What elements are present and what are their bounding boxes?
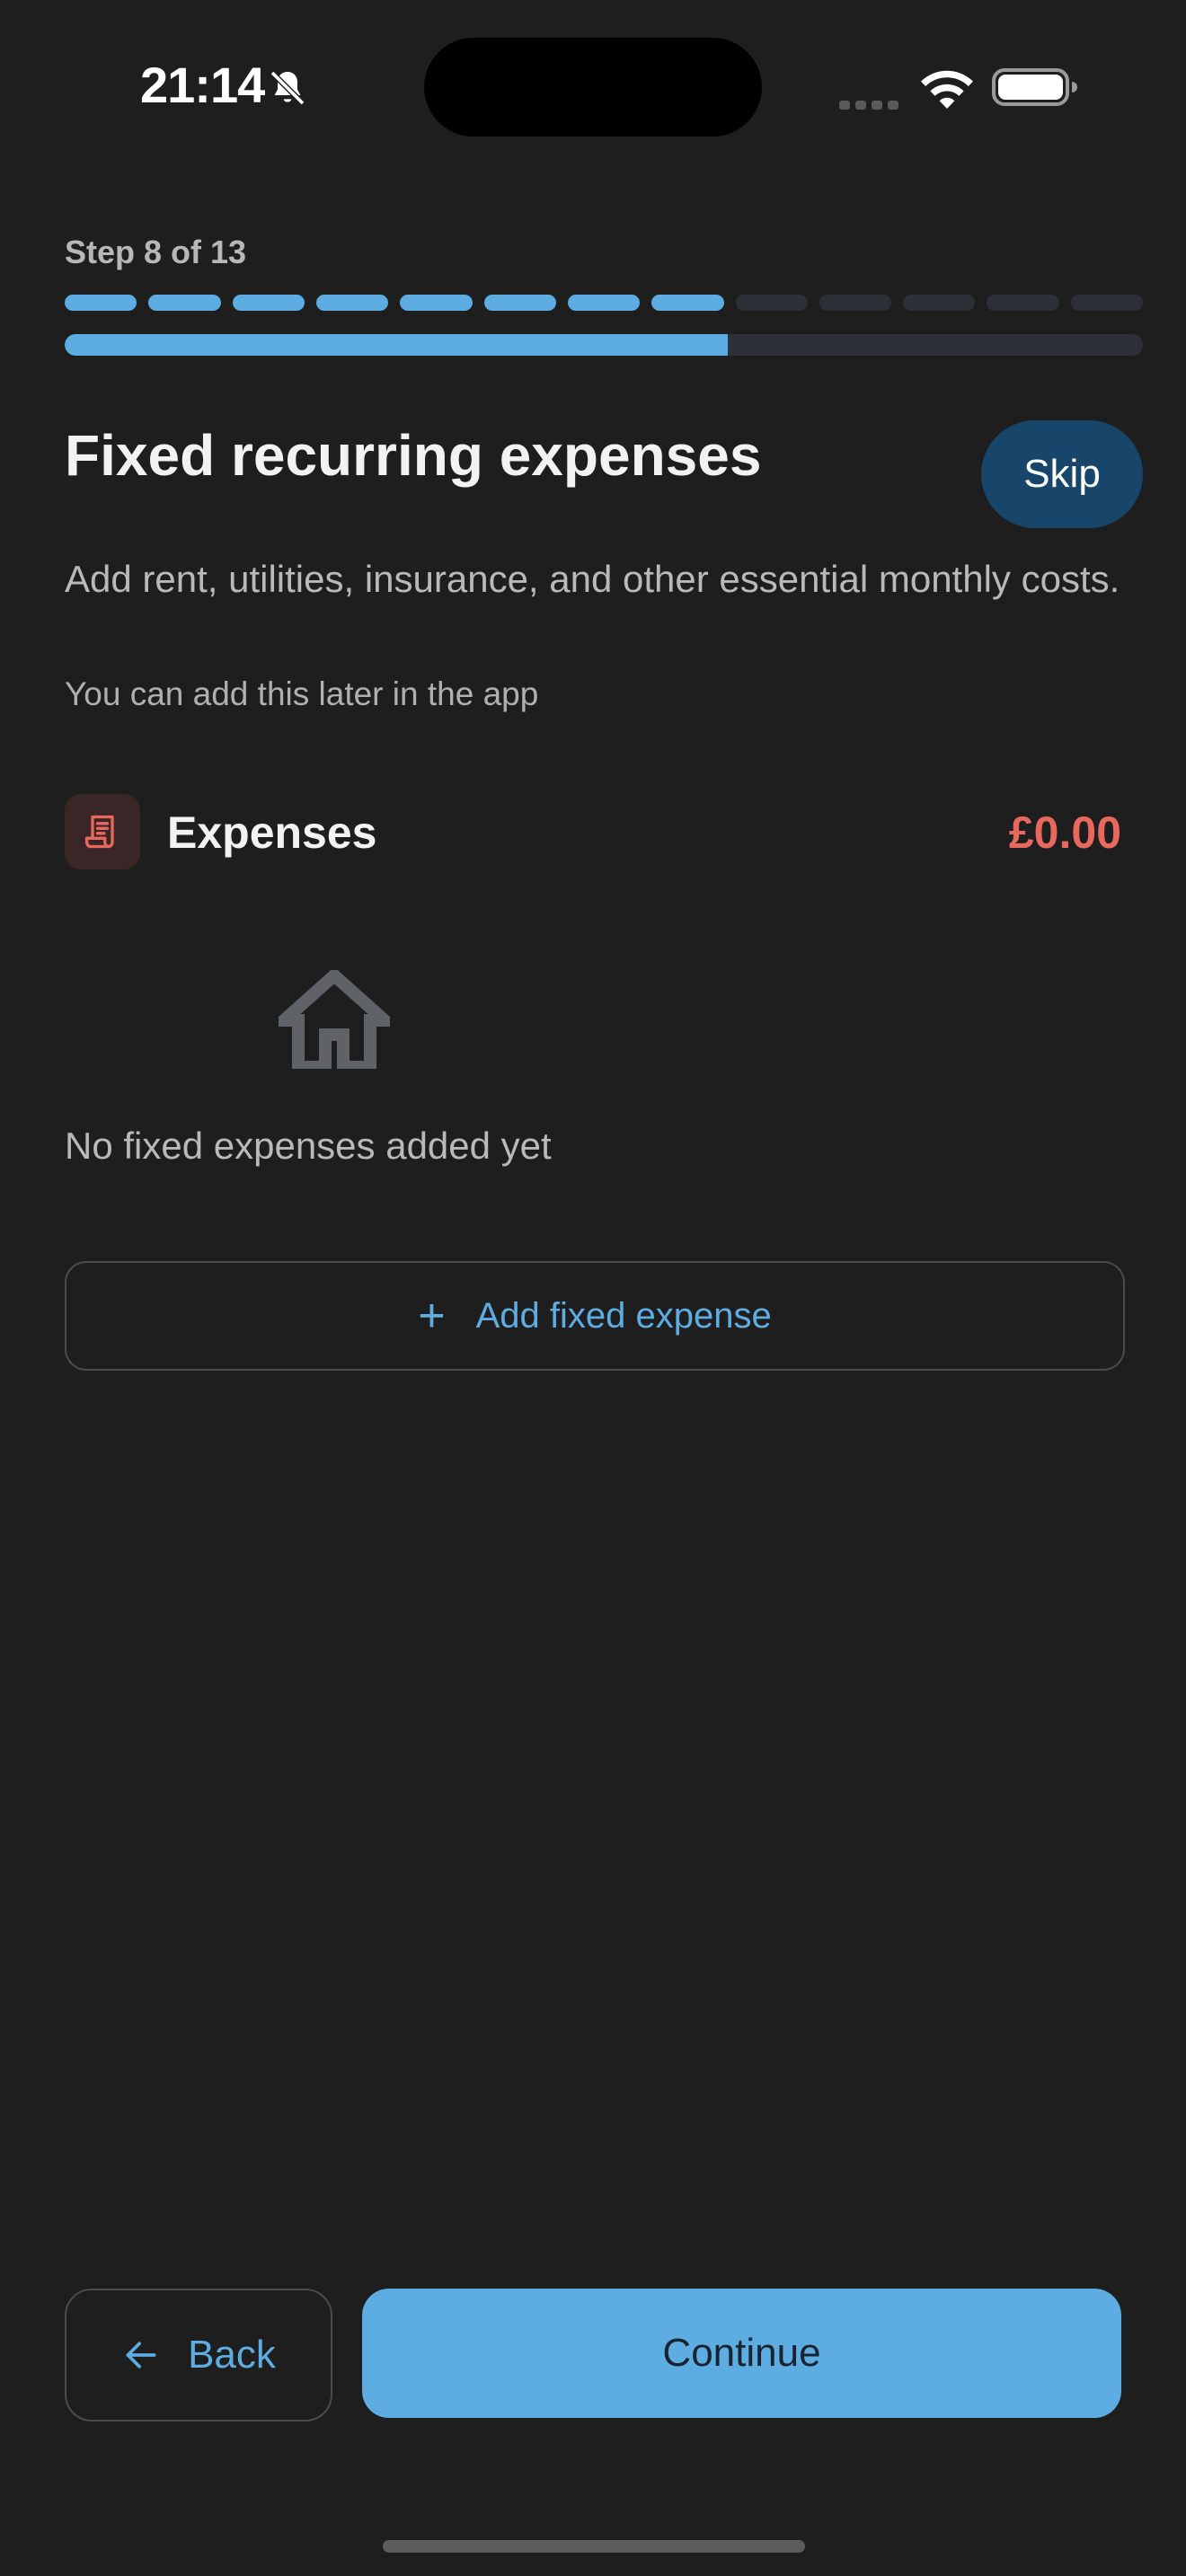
dynamic-island <box>424 38 762 137</box>
plus-icon: + <box>418 1290 446 1342</box>
step-segment <box>65 295 137 311</box>
continue-label: Continue <box>662 2331 821 2375</box>
step-segment <box>819 295 892 311</box>
continue-button[interactable]: Continue <box>362 2289 1121 2418</box>
back-label: Back <box>188 2333 276 2377</box>
arrow-left-icon <box>126 2342 156 2369</box>
step-segment <box>735 295 808 311</box>
step-segment <box>315 295 389 311</box>
progress-bar <box>65 334 1143 356</box>
house-icon <box>279 970 390 1069</box>
add-fixed-expense-button[interactable]: + Add fixed expense <box>65 1261 1125 1371</box>
empty-state-text: No fixed expenses added yet <box>65 1125 552 1167</box>
bell-slash-icon <box>270 70 305 106</box>
back-button[interactable]: Back <box>65 2289 332 2422</box>
step-segment <box>148 295 221 311</box>
step-segment <box>903 295 976 311</box>
skip-button[interactable]: Skip <box>981 420 1143 528</box>
step-label: Step 8 of 13 <box>65 234 247 270</box>
step-segments <box>65 295 1144 311</box>
home-indicator <box>383 2540 805 2553</box>
page-title: Fixed recurring expenses <box>65 423 762 488</box>
status-time: 21:14 <box>140 57 265 113</box>
step-segment <box>400 295 473 311</box>
progress-bar-fill <box>65 334 728 356</box>
receipt-icon <box>84 815 114 849</box>
step-segment <box>232 295 305 311</box>
wifi-icon <box>921 70 973 109</box>
step-segment <box>651 295 724 311</box>
step-segment <box>987 295 1059 311</box>
expenses-icon-container <box>65 794 140 869</box>
step-segment <box>483 295 556 311</box>
expenses-label: Expenses <box>167 807 377 858</box>
add-fixed-expense-label: Add fixed expense <box>475 1295 772 1336</box>
step-segment <box>1070 295 1144 311</box>
expenses-total: £0.00 <box>1008 807 1121 858</box>
page-subtitle: Add rent, utilities, insurance, and othe… <box>65 558 1120 600</box>
cellular-signal-icon <box>839 93 904 110</box>
step-segment <box>567 295 641 311</box>
battery-icon <box>992 68 1077 106</box>
page-hint: You can add this later in the app <box>65 675 539 712</box>
